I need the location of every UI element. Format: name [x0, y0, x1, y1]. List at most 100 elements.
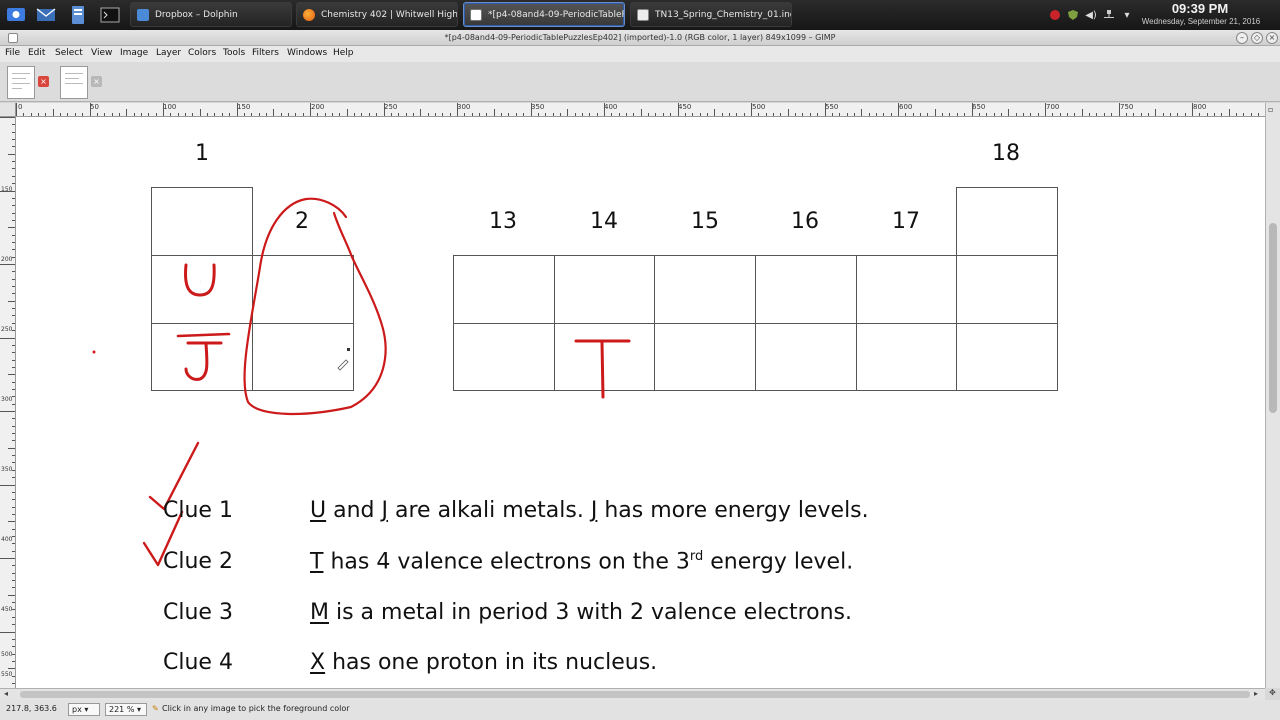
window-titlebar[interactable]: *[p4-08and4-09-PeriodicTablePuzzlesEp402… [0, 30, 1280, 46]
ruler-tick [8, 594, 15, 596]
mail-icon[interactable] [34, 4, 58, 26]
navigate-icon[interactable]: ✥ [1265, 688, 1280, 700]
clock-time[interactable]: 09:39 PM [1160, 1, 1240, 16]
clue-row-3: Clue 3 M is a metal in period 3 with 2 v… [16, 600, 1265, 628]
file-manager-icon[interactable] [66, 4, 90, 26]
ruler-tick [12, 381, 15, 383]
ruler-tick [8, 300, 15, 302]
task-firefox[interactable]: Chemistry 402 | Whitwell High Scho [296, 2, 458, 27]
ruler-tick [809, 113, 811, 116]
ruler-tick [611, 113, 613, 116]
menu-help[interactable]: Help [333, 48, 354, 58]
ruler-label: 200 [1, 256, 13, 263]
horizontal-scrollbar[interactable]: ◂ ▸ [0, 688, 1265, 700]
ruler-label: 600 [899, 103, 913, 111]
color-picker-cursor-icon [337, 348, 350, 371]
ruler-label: 200 [311, 103, 325, 111]
scroll-right-icon[interactable]: ▸ [1254, 689, 1258, 698]
app-launcher-icon[interactable] [4, 4, 28, 26]
ruler-tick [170, 113, 172, 116]
ruler-tick [530, 103, 532, 116]
vertical-scrollbar[interactable]: ▫ [1265, 103, 1280, 688]
network-icon[interactable] [1102, 8, 1116, 22]
menu-tools[interactable]: Tools [223, 48, 245, 58]
image-tab-strip: × × [0, 62, 1280, 102]
ruler-tick [670, 113, 672, 116]
maximize-button[interactable]: ◇ [1251, 32, 1263, 44]
menu-colors[interactable]: Colors [188, 48, 216, 58]
scroll-left-icon[interactable]: ◂ [4, 689, 8, 698]
ruler-tick [1140, 113, 1142, 116]
ruler-tick [8, 153, 15, 155]
taskbar: Dropbox – Dolphin Chemistry 402 | Whitwe… [0, 0, 1280, 30]
ruler-tick [905, 113, 907, 116]
ruler-tick [45, 113, 47, 116]
vertical-scroll-thumb[interactable] [1269, 223, 1277, 413]
shield-icon[interactable] [1066, 8, 1080, 22]
zoom-to-fit-icon[interactable]: ▫ [1268, 105, 1273, 114]
ruler-label: 300 [457, 103, 471, 111]
clue-1-part: are alkali metals. [388, 498, 591, 523]
horizontal-scroll-thumb[interactable] [20, 691, 1250, 698]
task-pdf-viewer[interactable]: TN13_Spring_Chemistry_01.indd - C [630, 2, 792, 27]
ruler-tick [177, 113, 179, 116]
pointer-coordinates: 217.8, 363.6 [6, 704, 57, 713]
ruler-tick [8, 521, 15, 523]
ruler-tick [12, 197, 15, 199]
menu-layer[interactable]: Layer [156, 48, 181, 58]
ruler-tick [251, 113, 253, 116]
ruler-tick [787, 109, 789, 116]
ruler-tick [8, 227, 15, 229]
vertical-ruler[interactable]: 150 200 250 300 350 400 450 500 550 [0, 117, 16, 688]
ruler-tick [229, 113, 231, 116]
ruler-tick [736, 113, 738, 116]
ruler-tick [758, 113, 760, 116]
symbol-m: M [310, 600, 329, 625]
ruler-label: 250 [1, 326, 13, 333]
menu-image[interactable]: Image [120, 48, 148, 58]
ruler-label: 350 [1, 466, 13, 473]
ruler-tick [12, 403, 15, 405]
ruler-tick [1221, 113, 1223, 116]
minimize-button[interactable]: – [1236, 32, 1248, 44]
close-button[interactable]: × [1266, 32, 1278, 44]
task-dolphin[interactable]: Dropbox – Dolphin [130, 2, 292, 27]
clue-1-label: Clue 1 [163, 498, 233, 523]
terminal-icon[interactable] [98, 4, 122, 26]
horizontal-ruler[interactable]: 0 50 100 150 200 250 300 350 400 450 500… [16, 103, 1265, 117]
menu-view[interactable]: View [91, 48, 112, 58]
ruler-tick [883, 113, 885, 116]
ruler-tick [30, 113, 32, 116]
ruler-tick [1000, 113, 1002, 116]
image-canvas[interactable]: 1 2 13 14 15 16 17 18 U Clue 1 U and J a… [16, 117, 1265, 688]
zoom-value: 221 % [109, 705, 135, 714]
unit-select[interactable]: px ▾ [68, 703, 100, 716]
ruler-tick [662, 113, 664, 116]
ruler-tick [12, 124, 15, 126]
ruler-tick [427, 113, 429, 116]
ruler-corner[interactable] [0, 103, 16, 117]
tray-expand-icon[interactable]: ▾ [1120, 8, 1134, 22]
close-tab-1-icon[interactable]: × [38, 76, 49, 87]
ruler-tick [1169, 113, 1171, 116]
volume-icon[interactable]: ◀) [1084, 8, 1098, 22]
menu-edit[interactable]: Edit [28, 48, 45, 58]
image-thumbnail-1[interactable] [7, 66, 35, 99]
ruler-tick [236, 103, 238, 116]
ruler-tick [479, 113, 481, 116]
zoom-select[interactable]: 221 % ▾ [105, 703, 147, 716]
updater-icon[interactable] [1048, 8, 1062, 22]
ruler-tick [1111, 113, 1113, 116]
ruler-tick [12, 241, 15, 243]
image-thumbnail-2[interactable] [60, 66, 88, 99]
menu-windows[interactable]: Windows [287, 48, 327, 58]
ruler-tick [420, 109, 422, 116]
menu-filters[interactable]: Filters [252, 48, 279, 58]
task-gimp[interactable]: *[p4-08and4-09-PeriodicTablePuzzle [463, 2, 625, 27]
ruler-tick [405, 113, 407, 116]
menu-file[interactable]: File [5, 48, 20, 58]
ruler-tick [12, 477, 15, 479]
close-tab-2-icon[interactable]: × [91, 76, 102, 87]
ruler-tick [12, 550, 15, 552]
menu-select[interactable]: Select [55, 48, 83, 58]
